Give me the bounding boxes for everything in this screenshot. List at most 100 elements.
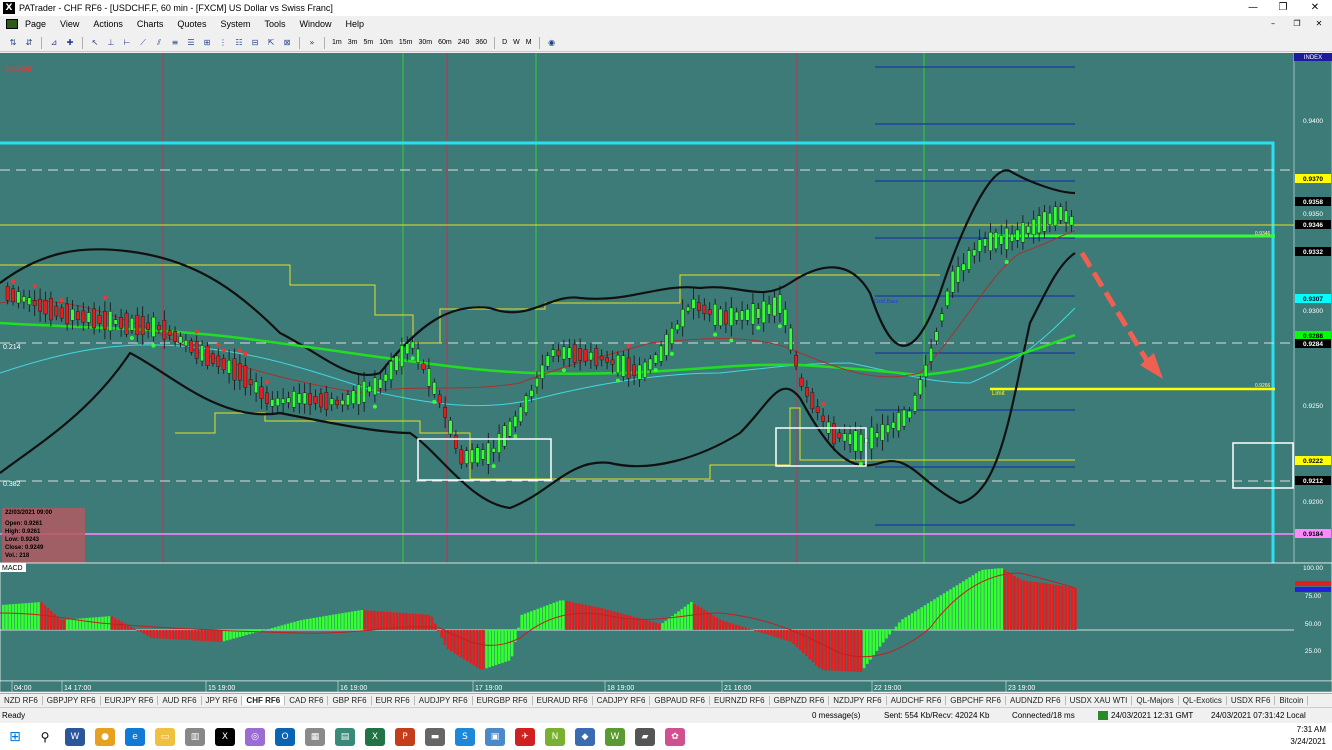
search-icon[interactable]: ⚲	[35, 727, 55, 746]
symbol-tab[interactable]: EURGBP RF6	[473, 696, 533, 705]
cycle-icon[interactable]: ⋮	[216, 37, 230, 49]
tf-15m[interactable]: 15m	[396, 39, 416, 46]
buy-icon[interactable]: ⇅	[6, 37, 20, 49]
text-tool-icon[interactable]: ☷	[232, 37, 246, 49]
more-icon[interactable]: »	[305, 37, 319, 49]
tf-weekly[interactable]: W	[510, 39, 523, 46]
tf-360[interactable]: 360	[472, 39, 490, 46]
windows-start-icon[interactable]: ⊞	[5, 727, 25, 746]
fib-icon[interactable]: ≡	[168, 37, 182, 49]
system-clock[interactable]: 7:31 AM 3/24/2021	[1290, 724, 1326, 748]
symbol-tab[interactable]: AUDCHF RF6	[887, 696, 947, 705]
tf-30m[interactable]: 30m	[415, 39, 435, 46]
tf-240[interactable]: 240	[455, 39, 473, 46]
menu-actions[interactable]: Actions	[86, 19, 130, 29]
channel-icon[interactable]: ⫽	[152, 37, 166, 49]
edge-icon[interactable]: e	[125, 727, 145, 746]
symbol-tab[interactable]: AUDJPY RF6	[415, 696, 473, 705]
tf-daily[interactable]: D	[499, 39, 510, 46]
sell-icon[interactable]: ⇵	[22, 37, 36, 49]
app-icon-folder[interactable]: ▰	[635, 727, 655, 746]
symbol-tab[interactable]: QL-Exotics	[1179, 696, 1227, 705]
menu-page[interactable]: Page	[18, 19, 53, 29]
outlook-icon[interactable]: O	[275, 727, 295, 746]
symbol-tab[interactable]: EUR RF6	[372, 696, 415, 705]
symbol-tab[interactable]: EURNZD RF6	[710, 696, 770, 705]
symbol-tab[interactable]: AUDNZD RF6	[1006, 696, 1066, 705]
vline-icon[interactable]: ⊢	[120, 37, 134, 49]
symbol-tab[interactable]: CHF RF6	[242, 696, 286, 705]
sync-icon[interactable]: ◉	[545, 37, 559, 49]
calculator-icon[interactable]: ▦	[305, 727, 325, 746]
menu-tools[interactable]: Tools	[257, 19, 292, 29]
hline-icon[interactable]: ⊥	[104, 37, 118, 49]
fib-fan-icon[interactable]: ☰	[184, 37, 198, 49]
cursor-icon[interactable]: ↖	[88, 37, 102, 49]
tf-10m[interactable]: 10m	[376, 39, 396, 46]
word-icon[interactable]: W	[65, 727, 85, 746]
symbol-tab[interactable]: GBPNZD RF6	[770, 696, 830, 705]
close-button[interactable]: ✕	[1300, 0, 1330, 16]
symbol-tab[interactable]: NZD RF6	[0, 696, 43, 705]
store-icon[interactable]: ▥	[185, 727, 205, 746]
menu-quotes[interactable]: Quotes	[170, 19, 213, 29]
chart-icon[interactable]: ⊿	[47, 37, 61, 49]
app-icon-teal[interactable]: ▤	[335, 727, 355, 746]
symbol-tab[interactable]: EURJPY RF6	[101, 696, 159, 705]
menu-system[interactable]: System	[213, 19, 257, 29]
app-icon-red[interactable]: ✈	[515, 727, 535, 746]
macd-bar	[974, 573, 978, 630]
symbol-tab[interactable]: GBPAUD RF6	[650, 696, 710, 705]
mdi-close-button[interactable]: ✕	[1310, 18, 1328, 30]
trendline-icon[interactable]: ⟋	[136, 37, 150, 49]
symbol-tab[interactable]: USDX RF6	[1227, 696, 1276, 705]
app-icon-pink[interactable]: ✿	[665, 727, 685, 746]
symbol-tab[interactable]: GBPCHF RF6	[946, 696, 1006, 705]
symbol-tab[interactable]: CAD RF6	[285, 696, 329, 705]
tf-60m[interactable]: 60m	[435, 39, 455, 46]
chart-area[interactable]: INDEX Locked 0.9346 Limit 0.9266 Grid Ba…	[0, 52, 1332, 693]
symbol-tab[interactable]: AUD RF6	[158, 696, 202, 705]
tf-monthly[interactable]: M	[523, 39, 535, 46]
symbol-tab[interactable]: NZDJPY RF6	[829, 696, 887, 705]
gann-icon[interactable]: ⊞	[200, 37, 214, 49]
excel-icon[interactable]: X	[365, 727, 385, 746]
symbol-tab[interactable]: QL-Majors	[1132, 696, 1179, 705]
app-icon-w[interactable]: W	[605, 727, 625, 746]
symbol-tab[interactable]: JPY RF6	[202, 696, 243, 705]
remote-icon[interactable]: ▣	[485, 727, 505, 746]
crosshair-icon[interactable]: ✚	[63, 37, 77, 49]
powerpoint-icon[interactable]: P	[395, 727, 415, 746]
mdi-restore-button[interactable]: ❐	[1288, 18, 1306, 30]
menu-view[interactable]: View	[53, 19, 86, 29]
app-icon-grey[interactable]: ▬	[425, 727, 445, 746]
symbol-tab[interactable]: Bitcoin	[1275, 696, 1309, 705]
patrader-icon[interactable]: X	[215, 727, 235, 746]
arrow-tool-icon[interactable]: ⇱	[264, 37, 278, 49]
app-icon-purple[interactable]: ◎	[245, 727, 265, 746]
tf-1m[interactable]: 1m	[329, 39, 345, 46]
explorer-icon[interactable]: ▭	[155, 727, 175, 746]
chrome-icon[interactable]: ●	[95, 727, 115, 746]
menu-help[interactable]: Help	[339, 19, 372, 29]
chart-menu-icon[interactable]	[6, 19, 18, 29]
symbol-tab[interactable]: GBP RF6	[328, 696, 372, 705]
menu-charts[interactable]: Charts	[130, 19, 171, 29]
app-icon-blue[interactable]: S	[455, 727, 475, 746]
signal-dot	[626, 343, 631, 348]
grid-tool-icon[interactable]: ⊠	[280, 37, 294, 49]
symbol-tab[interactable]: USDX XAU WTI	[1066, 696, 1133, 705]
symbol-tab[interactable]: CADJPY RF6	[593, 696, 651, 705]
app-icon-dark-blue[interactable]: ◆	[575, 727, 595, 746]
minimize-button[interactable]: —	[1238, 0, 1268, 16]
symbol-tab[interactable]: GBPJPY RF6	[43, 696, 101, 705]
maximize-button[interactable]: ❐	[1268, 0, 1298, 16]
tf-3m[interactable]: 3m	[345, 39, 361, 46]
menu-window[interactable]: Window	[292, 19, 338, 29]
symbol-tab[interactable]: EURAUD RF6	[533, 696, 593, 705]
tf-5m[interactable]: 5m	[360, 39, 376, 46]
price-chart[interactable]: INDEX Locked 0.9346 Limit 0.9266 Grid Ba…	[0, 52, 1332, 693]
pattern-icon[interactable]: ⊟	[248, 37, 262, 49]
app-icon-green[interactable]: N	[545, 727, 565, 746]
mdi-minimize-button[interactable]: –	[1264, 18, 1282, 30]
